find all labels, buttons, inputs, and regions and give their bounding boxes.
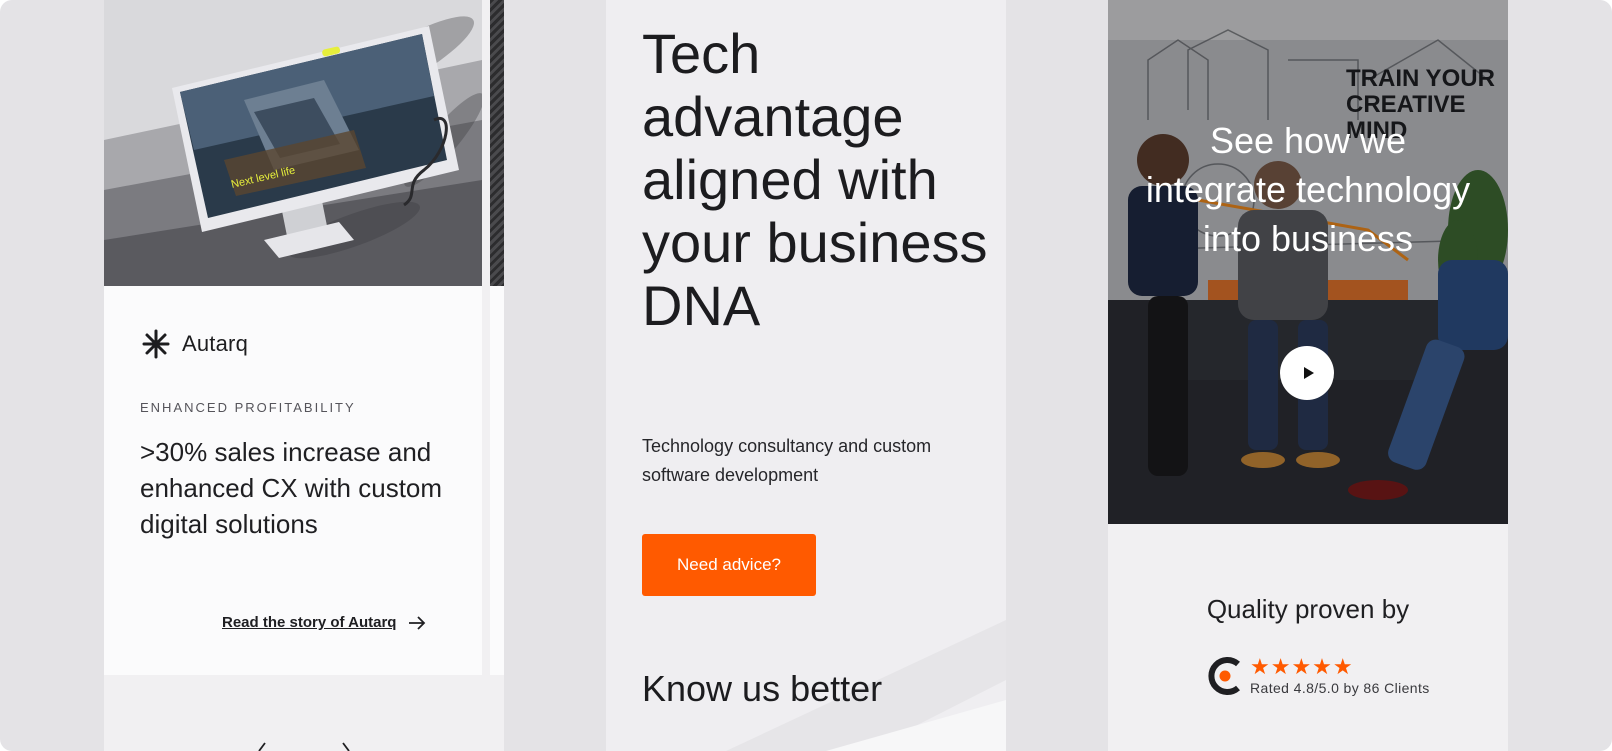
next-card-peek[interactable] xyxy=(490,0,504,675)
hero-subtitle: Technology consultancy and custom softwa… xyxy=(642,436,932,485)
hero-title: Tech advantage aligned with your busines… xyxy=(642,22,988,337)
case-title: >30% sales increase and enhanced CX with… xyxy=(140,437,443,539)
rating-text: Rated 4.8/5.0 by 86 Clients xyxy=(1250,680,1430,696)
case-study-card[interactable]: Next level life Autarq ENHANCED PROFITAB… xyxy=(104,0,482,675)
autarq-logo-icon xyxy=(142,329,170,359)
page-canvas: Next level life Autarq ENHANCED PROFITAB… xyxy=(0,0,1612,751)
case-eyebrow: ENHANCED PROFITABILITY xyxy=(140,400,356,415)
hero-column: Tech advantage aligned with your busines… xyxy=(606,0,1006,751)
read-story-link[interactable]: Read the story of Autarq xyxy=(222,614,426,631)
clutch-logo-icon xyxy=(1208,657,1240,695)
play-button[interactable] xyxy=(1280,346,1334,400)
need-advice-button[interactable]: Need advice? xyxy=(642,534,816,596)
carousel-arrows[interactable] xyxy=(249,740,359,751)
rating-stars: ★★★★★ xyxy=(1250,654,1354,679)
video-column: TRAIN YOUR CREATIVE MIND See how we inte… xyxy=(1108,0,1508,751)
read-story-label: Read the story of Autarq xyxy=(222,614,397,631)
case-study-image: Next level life xyxy=(104,0,482,286)
imac-photo: Next level life xyxy=(104,0,482,286)
case-study-column: Next level life Autarq ENHANCED PROFITAB… xyxy=(104,0,504,751)
arrow-right-icon xyxy=(409,615,426,630)
video-title: See how we integrate technology into bus… xyxy=(1145,120,1471,259)
clutch-rating[interactable]: ★★★★★ Rated 4.8/5.0 by 86 Clients xyxy=(1206,654,1430,698)
video-thumbnail[interactable]: TRAIN YOUR CREATIVE MIND See how we inte… xyxy=(1108,0,1508,524)
next-card-image xyxy=(490,0,504,286)
brand-name: Autarq xyxy=(182,331,249,356)
quality-heading: Quality proven by xyxy=(1206,594,1410,624)
brand-logo: Autarq xyxy=(140,328,248,360)
know-us-heading: Know us better xyxy=(642,668,883,709)
